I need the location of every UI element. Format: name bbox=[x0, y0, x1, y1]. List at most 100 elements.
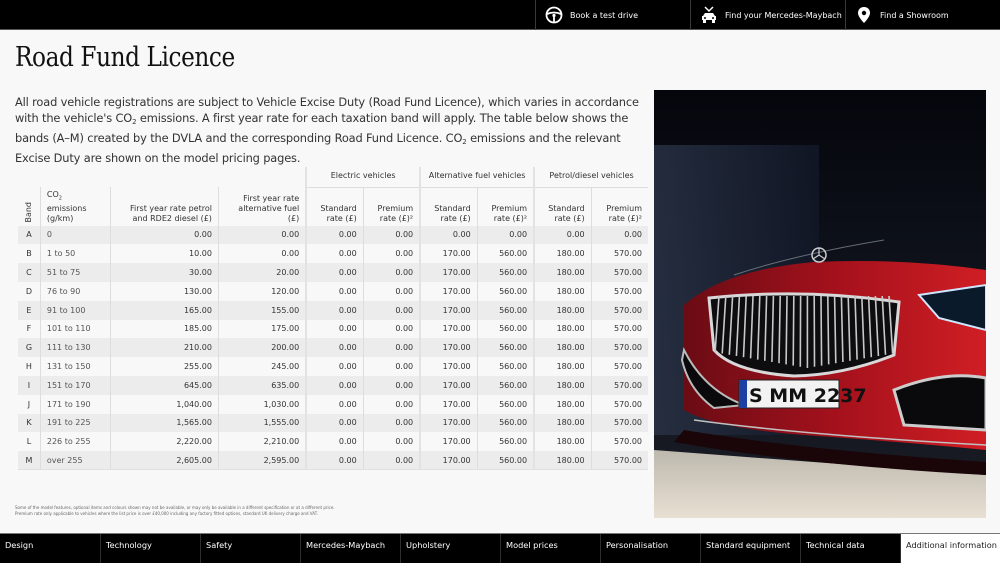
find-your-mercedes-maybach-label: Find your Mercedes-Maybach bbox=[725, 10, 842, 20]
nav-tab-upholstery[interactable]: Upholstery bbox=[400, 534, 500, 563]
cell-ev-standard: 0.00 bbox=[305, 319, 364, 339]
cell-alt-premium: 560.00 bbox=[476, 244, 535, 264]
header-prem-1: Premium bbox=[606, 203, 642, 213]
cell-ev-standard: 0.00 bbox=[305, 413, 364, 433]
cell-pd-standard: 180.00 bbox=[533, 357, 592, 376]
cell-pd-standard: 180.00 bbox=[533, 319, 592, 339]
cell-band: B bbox=[18, 244, 41, 264]
location-pin-icon bbox=[854, 5, 874, 25]
table-row: C 51 to 75 30.00 20.00 0.00 0.00 170.00 560.00 1… bbox=[18, 263, 648, 282]
road-fund-licence-table: Electric vehicles Alternative fuel vehic… bbox=[18, 167, 648, 471]
cell-pd-premium: 570.00 bbox=[590, 281, 648, 301]
cell-ev-premium: 0.00 bbox=[362, 375, 421, 395]
cell-first-year-petrol: 30.00 bbox=[110, 263, 219, 282]
header-alt-standard: Standard rate (£) bbox=[419, 187, 478, 226]
header-std-1: Standard bbox=[320, 203, 357, 213]
cell-ev-premium: 0.00 bbox=[362, 413, 421, 433]
nav-tab-additional-information[interactable]: Additional information bbox=[900, 534, 1000, 563]
cell-first-year-alternative: 200.00 bbox=[217, 338, 307, 358]
cell-ev-standard: 0.00 bbox=[305, 244, 364, 264]
cell-band: J bbox=[18, 394, 41, 414]
cell-first-year-petrol: 210.00 bbox=[110, 338, 219, 358]
header-co2-text: CO bbox=[46, 190, 59, 199]
cell-pd-premium: 570.00 bbox=[590, 432, 648, 452]
header-std-1: Standard bbox=[548, 203, 585, 213]
header-fy-petrol-2: and RDE2 diesel (£) bbox=[132, 213, 212, 223]
table-row: I 151 to 170 645.00 635.00 0.00 0.00 170.00 560… bbox=[18, 375, 648, 395]
cell-alt-premium: 560.00 bbox=[476, 338, 535, 358]
cell-first-year-alternative: 0.00 bbox=[217, 225, 307, 245]
cell-first-year-petrol: 2,220.00 bbox=[110, 432, 219, 452]
book-test-drive-button[interactable]: Book a test drive bbox=[535, 0, 690, 30]
car-photo: S MM 2237 bbox=[654, 90, 986, 518]
header-alt-premium: Premium rate (£)² bbox=[476, 187, 535, 226]
cell-first-year-petrol: 165.00 bbox=[110, 300, 219, 320]
header-co2-text-b: emissions bbox=[46, 203, 87, 213]
nav-tab-technology[interactable]: Technology bbox=[100, 534, 200, 563]
book-test-drive-label: Book a test drive bbox=[570, 10, 639, 20]
nav-tab-safety[interactable]: Safety bbox=[200, 534, 300, 563]
cell-alt-standard: 170.00 bbox=[419, 338, 478, 358]
cell-band: G bbox=[18, 338, 41, 358]
cell-alt-standard: 170.00 bbox=[419, 413, 478, 433]
cell-ev-standard: 0.00 bbox=[305, 357, 364, 376]
cell-co2: 76 to 90 bbox=[39, 281, 111, 301]
table-body: A 0 0.00 0.00 0.00 0.00 0.00 0.00 0.00 0.00 B 1 to … bbox=[18, 225, 648, 471]
table-row: H 131 to 150 255.00 245.00 0.00 0.00 170.00 560… bbox=[18, 357, 648, 376]
nav-tab-design[interactable]: Design bbox=[0, 534, 100, 563]
nav-tab-standard-equipment[interactable]: Standard equipment bbox=[700, 534, 800, 563]
header-prem-2: rate (£)² bbox=[608, 213, 642, 223]
find-a-showroom-label: Find a Showroom bbox=[880, 10, 949, 20]
cell-ev-standard: 0.00 bbox=[305, 451, 364, 471]
cell-ev-premium: 0.00 bbox=[362, 263, 421, 282]
group-header-row: Electric vehicles Alternative fuel vehic… bbox=[18, 167, 648, 188]
nav-tab-mercedes-maybach[interactable]: Mercedes-Maybach bbox=[300, 534, 400, 563]
cell-alt-standard: 170.00 bbox=[419, 432, 478, 452]
cell-alt-standard: 170.00 bbox=[419, 300, 478, 320]
table-row: D 76 to 90 130.00 120.00 0.00 0.00 170.00 560.0… bbox=[18, 281, 648, 301]
cell-co2: over 255 bbox=[39, 451, 111, 471]
cell-alt-premium: 560.00 bbox=[476, 300, 535, 320]
cell-co2: 226 to 255 bbox=[39, 432, 111, 452]
cell-alt-standard: 170.00 bbox=[419, 263, 478, 282]
cell-alt-standard: 170.00 bbox=[419, 357, 478, 376]
cell-pd-premium: 570.00 bbox=[590, 375, 648, 395]
cell-band: L bbox=[18, 432, 41, 452]
group-header-alternative-fuel: Alternative fuel vehicles bbox=[419, 167, 535, 188]
header-co2-unit: (g/km) bbox=[46, 213, 74, 223]
cell-first-year-alternative: 175.00 bbox=[217, 319, 307, 339]
cell-band: E bbox=[18, 300, 41, 320]
cell-band: D bbox=[18, 281, 41, 301]
cell-ev-premium: 0.00 bbox=[362, 357, 421, 376]
table-row: J 171 to 190 1,040.00 1,030.00 0.00 0.00 170.0… bbox=[18, 394, 648, 414]
find-a-showroom-button[interactable]: Find a Showroom bbox=[845, 0, 1000, 30]
cell-alt-premium: 560.00 bbox=[476, 375, 535, 395]
grille-bar bbox=[792, 295, 795, 366]
cell-alt-premium: 560.00 bbox=[476, 413, 535, 433]
cell-first-year-petrol: 185.00 bbox=[110, 319, 219, 339]
grille-bar bbox=[820, 295, 823, 366]
cell-pd-premium: 570.00 bbox=[590, 338, 648, 358]
nav-tab-model-prices[interactable]: Model prices bbox=[500, 534, 600, 563]
cell-alt-premium: 560.00 bbox=[476, 451, 535, 471]
cell-band: A bbox=[18, 225, 41, 245]
cell-alt-standard: 170.00 bbox=[419, 375, 478, 395]
header-first-year-alternative: First year rate alternative fuel (£) bbox=[217, 187, 307, 226]
find-your-mercedes-maybach-button[interactable]: Find your Mercedes-Maybach bbox=[690, 0, 845, 30]
table-row: G 111 to 130 210.00 200.00 0.00 0.00 170.00 560… bbox=[18, 338, 648, 358]
nav-tab-technical-data[interactable]: Technical data bbox=[800, 534, 900, 563]
header-co2-sub: 2 bbox=[58, 195, 62, 202]
column-header-row: Band CO2 emissions (g/km) First year rate… bbox=[18, 187, 648, 226]
cell-co2: 171 to 190 bbox=[39, 394, 111, 414]
header-std-2: rate (£) bbox=[554, 213, 585, 223]
cell-pd-premium: 0.00 bbox=[590, 225, 648, 245]
cell-ev-premium: 0.00 bbox=[362, 225, 421, 245]
group-header-petrol-diesel: Petrol/diesel vehicles bbox=[533, 167, 648, 188]
cell-pd-standard: 0.00 bbox=[533, 225, 592, 245]
cell-ev-premium: 0.00 bbox=[362, 244, 421, 264]
nav-tab-personalisation[interactable]: Personalisation bbox=[600, 534, 700, 563]
cell-alt-premium: 560.00 bbox=[476, 319, 535, 339]
cell-co2: 191 to 225 bbox=[39, 413, 111, 433]
cell-alt-premium: 560.00 bbox=[476, 357, 535, 376]
cell-band: H bbox=[18, 357, 41, 376]
